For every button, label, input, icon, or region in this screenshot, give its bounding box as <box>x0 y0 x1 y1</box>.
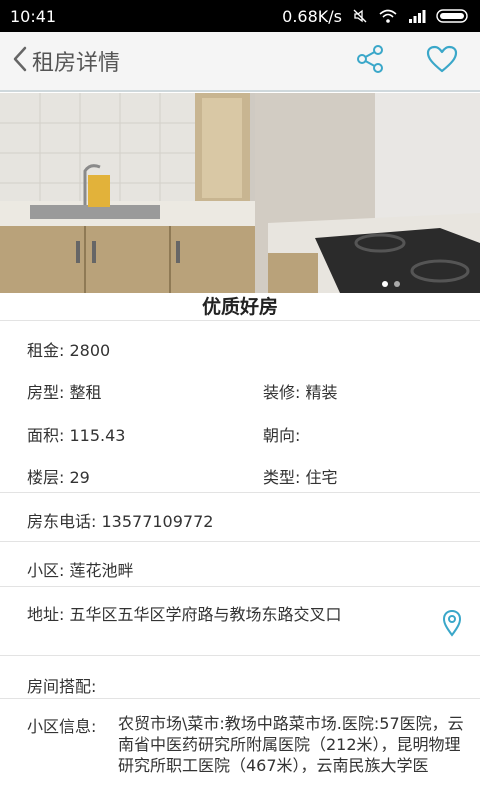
orientation-text: 朝向: <box>263 426 301 445</box>
category-text: 类型: 住宅 <box>263 468 338 487</box>
share-icon[interactable] <box>356 44 386 78</box>
page-title: 租房详情 <box>32 51 121 76</box>
signal-icon <box>408 9 426 23</box>
divider <box>0 541 480 542</box>
location-pin-icon[interactable] <box>442 609 462 641</box>
carousel-indicator <box>382 281 400 287</box>
floor-text: 楼层: 29 <box>27 468 90 487</box>
community-info-label: 小区信息: <box>27 717 97 736</box>
carousel-dot <box>382 281 388 287</box>
divider <box>0 655 480 656</box>
decoration-text: 装修: 精装 <box>263 383 338 402</box>
divider <box>0 492 480 493</box>
status-time: 10:41 <box>10 6 57 26</box>
status-bar: 10:41 0.68K/s <box>0 0 480 32</box>
divider <box>0 698 480 699</box>
wifi-icon <box>378 8 398 24</box>
landlord-phone[interactable]: 房东电话: 13577109772 <box>27 508 213 532</box>
mute-icon <box>352 8 368 24</box>
listing-title: 优质好房 <box>0 293 480 321</box>
battery-icon <box>436 8 470 24</box>
address-text: 地址: 五华区五华区学府路与教场东路交叉口 <box>27 605 342 624</box>
area-text: 面积: 115.43 <box>27 426 126 445</box>
kitchen-photo <box>0 93 480 293</box>
divider <box>0 586 480 587</box>
listing-photo[interactable] <box>0 93 480 293</box>
room-type-text: 房型: 整租 <box>27 383 102 402</box>
community-info-text: 农贸市场\菜市:教场中路菜市场.医院:57医院，云南省中医药研究所附属医院（21… <box>118 714 464 775</box>
room-features-label: 房间搭配: <box>27 677 97 696</box>
app-bar: 租房详情 <box>0 32 480 92</box>
chevron-left-icon <box>12 46 28 76</box>
rent-text: 租金: 2800 <box>27 341 111 360</box>
favorite-heart-icon[interactable] <box>426 45 458 77</box>
carousel-dot <box>394 281 400 287</box>
network-speed: 0.68K/s <box>282 6 342 26</box>
back-button[interactable]: 租房详情 <box>12 45 120 77</box>
community-name: 小区: 莲花池畔 <box>27 561 134 580</box>
